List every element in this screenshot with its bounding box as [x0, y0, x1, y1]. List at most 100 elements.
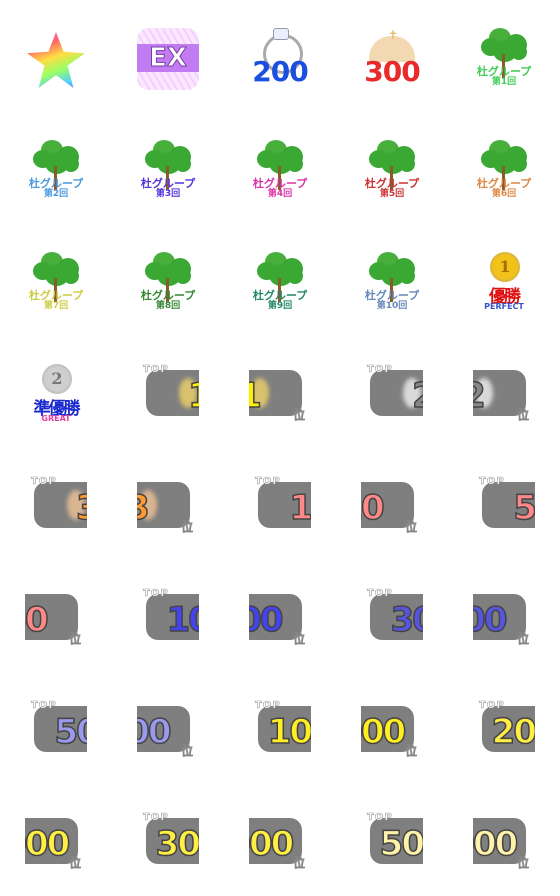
emoji-cell[interactable]: EX [112, 0, 224, 112]
emoji-image[interactable]: 杜グループ 第2回 [25, 140, 87, 202]
emoji-image[interactable]: 5000TOP [361, 812, 423, 874]
emoji-image[interactable]: 杜グループ 第4回 [249, 140, 311, 202]
emoji-cell[interactable]: 3TOP [0, 448, 112, 560]
emoji-cell[interactable]: 10 TOP [224, 448, 336, 560]
emoji-cell[interactable]: 杜グループ 第9回 [224, 224, 336, 336]
emoji-image[interactable]: 300TOP [361, 588, 423, 650]
group-label: 杜グループ [140, 177, 196, 190]
emoji-image[interactable]: 3TOP [25, 476, 87, 538]
emoji-image[interactable]: 10位 [361, 476, 423, 538]
emoji-image[interactable]: 5000位 [473, 812, 535, 874]
emoji-cell[interactable]: 300TOP [336, 560, 448, 672]
emoji-cell[interactable]: 2000TOP [448, 672, 560, 784]
emoji-image[interactable]: 2000TOP [473, 700, 535, 762]
round-label: 第7回 [43, 301, 69, 311]
emoji-cell[interactable]: 杜グループ 第6回 [448, 112, 560, 224]
emoji-cell[interactable]: 2 準優勝 GREAT [0, 336, 112, 448]
emoji-cell[interactable]: 1TOP [112, 336, 224, 448]
emoji-image[interactable]: 50 TOP [473, 476, 535, 538]
emoji-cell[interactable]: 50 TOP [448, 448, 560, 560]
emoji-cell[interactable]: 3000TOP [112, 784, 224, 896]
round-label: 第9回 [267, 301, 293, 311]
emoji-cell[interactable]: 杜グループ 第4回 [224, 112, 336, 224]
emoji-cell[interactable]: 杜グループ 第7回 [0, 224, 112, 336]
emoji-cell[interactable]: 杜グループ 第2回 [0, 112, 112, 224]
emoji-cell[interactable]: 1000位 [336, 672, 448, 784]
emoji-cell[interactable]: 杜グループ 第3回 [112, 112, 224, 224]
emoji-image[interactable]: 100位 [249, 588, 311, 650]
rank-suffix: 位 [517, 632, 530, 647]
emoji-cell[interactable]: 1 優勝 PERFECT [448, 224, 560, 336]
emoji-cell[interactable]: 杜グループ 第5回 [336, 112, 448, 224]
emoji-image[interactable]: 杜グループ 第6回 [473, 140, 535, 202]
emoji-cell[interactable]: 1000TOP [224, 672, 336, 784]
emoji-image[interactable]: 杜グループ 第5回 [361, 140, 423, 202]
emoji-image[interactable]: 50位 [25, 588, 87, 650]
emoji-cell[interactable]: 3位 [112, 448, 224, 560]
emoji-image[interactable]: 杜グループ 第3回 [137, 140, 199, 202]
emoji-cell[interactable]: ✝ 300 [336, 0, 448, 112]
emoji-image[interactable]: 1 優勝 PERFECT [473, 252, 535, 314]
rank-banner-left: 500 [34, 706, 87, 752]
emoji-cell[interactable]: 2位 [448, 336, 560, 448]
emoji-image[interactable]: 3000位 [249, 812, 311, 874]
emoji-image[interactable]: 3000TOP [137, 812, 199, 874]
emoji-cell[interactable]: 50位 [0, 560, 112, 672]
emoji-cell[interactable]: 2TOP [336, 336, 448, 448]
emoji-image[interactable]: EX [137, 28, 199, 90]
rank-number: 2 [370, 375, 423, 416]
emoji-cell[interactable]: 杜グループ 第1回 [448, 0, 560, 112]
emoji-cell[interactable]: 500位 [112, 672, 224, 784]
emoji-cell[interactable]: 杜グループ 第10回 [336, 224, 448, 336]
emoji-cell[interactable]: 5000位 [448, 784, 560, 896]
emoji-image[interactable]: 2位 [473, 364, 535, 426]
rank-suffix: 位 [405, 744, 418, 759]
emoji-cell[interactable]: 100位 [224, 560, 336, 672]
emoji-image[interactable]: 10 TOP [249, 476, 311, 538]
emoji-image[interactable]: 杜グループ 第9回 [249, 252, 311, 314]
emoji-image[interactable]: 1000位 [361, 700, 423, 762]
emoji-image[interactable]: 200 [249, 28, 311, 90]
emoji-cell[interactable]: 10位 [336, 448, 448, 560]
emoji-image[interactable]: 500TOP [25, 700, 87, 762]
emoji-image[interactable]: 500位 [137, 700, 199, 762]
rank-number: 300 [390, 599, 423, 640]
emoji-image[interactable]: 杜グループ 第1回 [473, 28, 535, 90]
top-label: TOP [367, 364, 393, 375]
ex-badge: EX [137, 28, 199, 90]
round-label: 第5回 [379, 189, 405, 199]
emoji-image[interactable]: 1000TOP [249, 700, 311, 762]
emoji-cell[interactable]: 500TOP [0, 672, 112, 784]
top-label: TOP [479, 476, 505, 487]
rank-number: 50 [513, 487, 535, 528]
emoji-cell[interactable]: 杜グループ 第8回 [112, 224, 224, 336]
emoji-cell[interactable]: 1位 [224, 336, 336, 448]
emoji-image[interactable]: 2TOP [361, 364, 423, 426]
group-label: 杜グループ [28, 289, 84, 302]
emoji-image[interactable]: 杜グループ 第8回 [137, 252, 199, 314]
emoji-image[interactable]: ✝ 300 [361, 28, 423, 90]
rank-number: 3000 [155, 823, 199, 864]
emoji-image[interactable]: 1位 [249, 364, 311, 426]
emoji-image[interactable]: 2000位 [25, 812, 87, 874]
emoji-image[interactable]: 300位 [473, 588, 535, 650]
emoji-image[interactable]: 2 準優勝 GREAT [25, 364, 87, 426]
emoji-cell[interactable]: 3000位 [224, 784, 336, 896]
emoji-cell[interactable] [0, 0, 112, 112]
emoji-grid: EX 200 ✝ 300 杜グループ 第1回杜グループ 第2回 杜グループ 第3回 杜グループ 第4… [0, 0, 560, 896]
emoji-image[interactable]: 3位 [137, 476, 199, 538]
emoji-cell[interactable]: 300位 [448, 560, 560, 672]
rank-banner-left: 2 [370, 370, 423, 416]
emoji-image[interactable]: 100TOP [137, 588, 199, 650]
emoji-cell[interactable]: 2000位 [0, 784, 112, 896]
top-label: TOP [367, 812, 393, 823]
emoji-cell[interactable]: 5000TOP [336, 784, 448, 896]
emoji-cell[interactable]: 200 [224, 0, 336, 112]
emoji-image[interactable]: 1TOP [137, 364, 199, 426]
emoji-image[interactable]: 杜グループ 第7回 [25, 252, 87, 314]
tree-leaf [399, 156, 415, 172]
emoji-image[interactable] [25, 28, 87, 90]
number-label: 300 [364, 55, 420, 88]
emoji-image[interactable]: 杜グループ 第10回 [361, 252, 423, 314]
emoji-cell[interactable]: 100TOP [112, 560, 224, 672]
